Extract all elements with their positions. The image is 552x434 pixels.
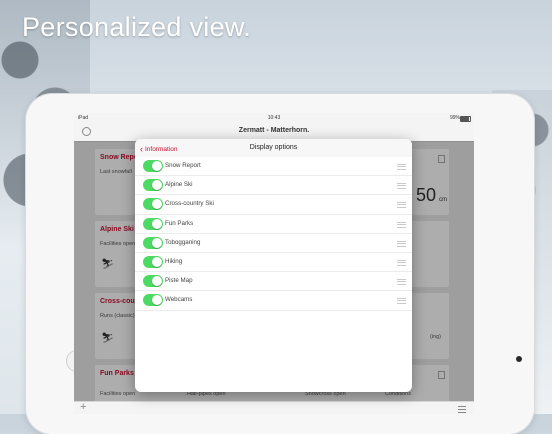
reorder-grip-icon[interactable] [397,202,406,209]
option-row-cross-country-ski[interactable]: Cross-country Ski [135,195,412,215]
toggle-knob [152,199,162,210]
toggle-knob [152,161,162,171]
option-label: Piste Map [165,277,193,285]
option-label: Cross-country Ski [165,200,214,208]
toggle-switch[interactable] [143,255,163,268]
option-row-fun-parks[interactable]: Fun Parks [135,214,412,234]
page-indicator[interactable] [264,407,279,414]
toggle-knob [152,180,162,191]
option-label: Hiking [165,257,183,265]
add-icon[interactable]: + [80,401,86,413]
camera-dot [516,356,522,362]
option-label: Alpine Ski [165,181,193,189]
display-options-popover: ‹ Information Display options Snow Report… [135,139,412,392]
bottom-toolbar: + [74,401,474,414]
option-row-alpine-ski[interactable]: Alpine Ski [135,176,412,196]
reorder-grip-icon[interactable] [397,164,406,170]
reorder-grip-icon[interactable] [397,221,406,228]
toggle-switch[interactable] [143,236,163,249]
toggle-switch[interactable] [143,198,163,211]
page-title: Zermatt - Matterhorn. [238,127,310,134]
toggle-knob [152,295,162,306]
clock: 10:43 [267,115,281,121]
option-label: Snow Report [165,162,201,169]
option-label: Tobogganing [165,238,201,246]
options-list: Snow Report Alpine Ski Cross-country Ski… [135,157,412,311]
battery-percent: 99% [449,115,460,121]
toggle-switch[interactable] [143,294,163,307]
reorder-grip-icon[interactable] [397,240,406,247]
option-row-hiking[interactable]: Hiking [135,252,412,273]
toggle-knob [152,237,162,248]
option-row-snow-report[interactable]: Snow Report [135,157,412,177]
toggle-switch[interactable] [143,275,163,288]
toggle-switch[interactable] [143,179,163,192]
toggle-knob [152,218,162,229]
toggle-knob [152,256,162,267]
popover-header: ‹ Information Display options [135,139,412,158]
toggle-switch[interactable] [143,217,163,230]
reorder-grip-icon[interactable] [397,259,406,266]
toggle-knob [152,276,162,287]
option-label: Fun Parks [165,219,194,227]
reorder-grip-icon[interactable] [397,279,406,286]
toggle-switch[interactable] [143,160,163,172]
reorder-grip-icon[interactable] [397,183,406,190]
option-label: Webcams [165,296,193,304]
status-bar: iPad 10:43 99% [74,113,474,123]
reorder-grip-icon[interactable] [397,298,406,305]
option-row-tobogganing[interactable]: Tobogganing [135,233,412,253]
popover-title: Display options [249,144,298,151]
list-icon[interactable] [458,406,466,413]
option-row-piste-map[interactable]: Piste Map [135,272,412,292]
battery-icon [460,116,471,122]
marketing-headline: Personalized view. [22,12,252,42]
option-row-webcams[interactable]: Webcams [135,291,412,311]
